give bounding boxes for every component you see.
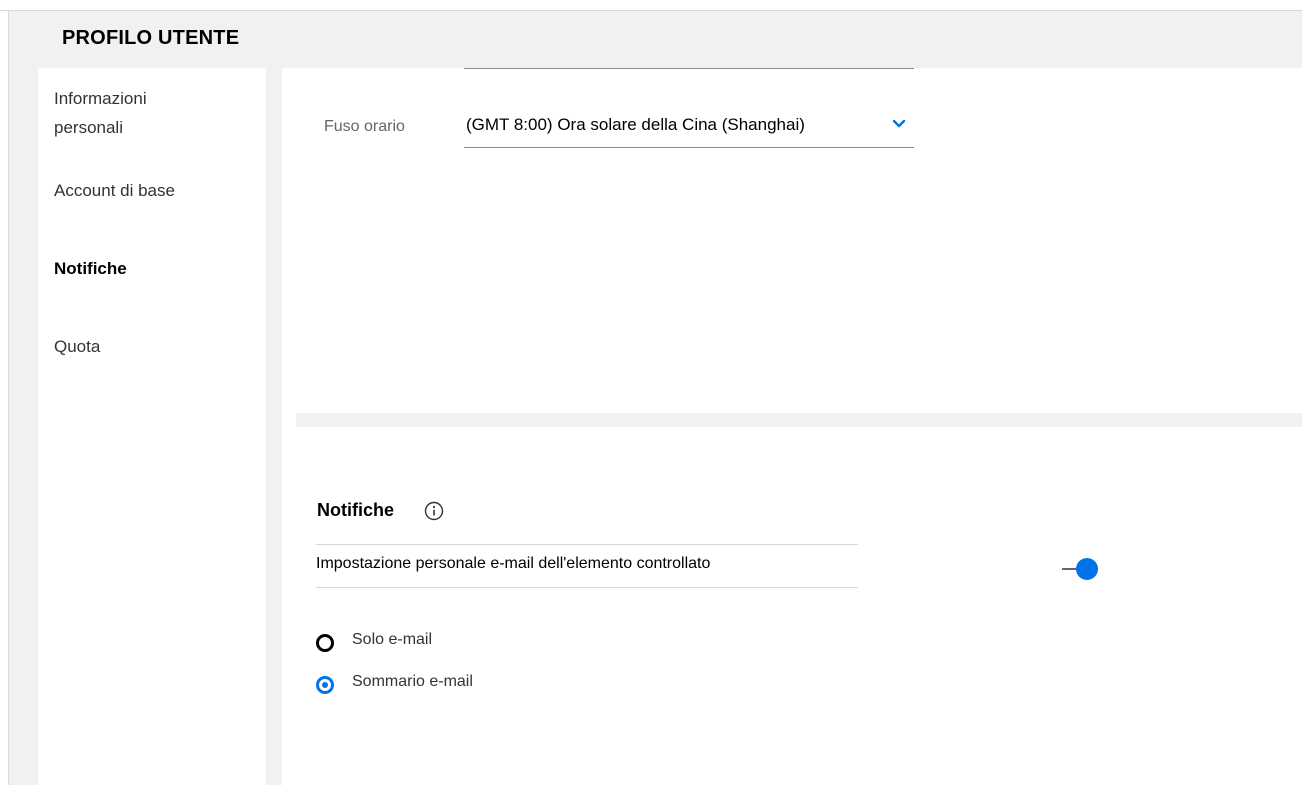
section-separator [296,413,1302,427]
email-setting-label: Impostazione personale e-mail dell'eleme… [316,555,711,572]
sidebar-item-label-line1: Informazioni [54,89,147,108]
sidebar: Informazioni personali Account di base N… [38,68,266,785]
app-window: PROFILO UTENTE Informazioni personali Ac… [0,0,1302,785]
sidebar-divider [266,68,282,785]
sidebar-item-label-line2: personali [54,118,123,137]
radio-email-digest-label: Sommario e-mail [352,673,473,690]
timezone-label: Fuso orario [324,118,405,135]
radio-checked-icon [316,676,334,694]
left-gutter [9,68,38,785]
timezone-select[interactable]: (GMT 8:00) Ora solare della Cina (Shangh… [464,109,914,148]
radio-unchecked-icon [316,634,334,652]
email-setting-toggle[interactable] [1062,557,1102,581]
toggle-knob [1076,558,1098,580]
email-setting-row: Impostazione personale e-mail dell'eleme… [316,544,858,588]
info-icon[interactable] [424,501,444,521]
page-header: PROFILO UTENTE [9,11,1302,68]
radio-only-email-label: Solo e-mail [352,631,433,648]
main-content: Fuso orario (GMT 8:00) Ora solare della … [282,68,1302,785]
page-title: PROFILO UTENTE [62,27,240,49]
radio-dot [322,682,328,688]
sidebar-item-basic-account[interactable]: Account di base [54,176,175,205]
sidebar-item-personal-info[interactable]: Informazioni personali [54,84,147,142]
timezone-value: (GMT 8:00) Ora solare della Cina (Shangh… [466,115,805,134]
top-border [0,0,1302,11]
sidebar-item-quota[interactable]: Quota [54,332,100,361]
sidebar-item-notifications[interactable]: Notifiche [54,254,127,283]
notifications-heading: Notifiche [317,500,395,520]
chevron-down-icon [892,119,906,128]
previous-field-underline [464,68,914,69]
